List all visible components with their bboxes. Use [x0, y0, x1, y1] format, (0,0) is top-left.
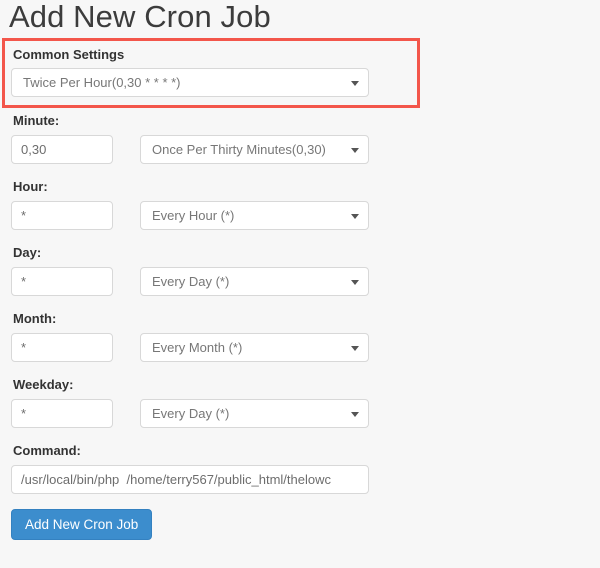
common-settings-select[interactable]: Twice Per Hour(0,30 * * * *) — [11, 68, 369, 97]
hour-select[interactable]: Every Hour (*) — [140, 201, 369, 230]
weekday-select-value: Every Day (*) — [152, 406, 230, 421]
day-select[interactable]: Every Day (*) — [140, 267, 369, 296]
weekday-input[interactable] — [11, 399, 113, 428]
day-input[interactable] — [11, 267, 113, 296]
hour-input[interactable] — [11, 201, 113, 230]
command-input[interactable] — [11, 465, 369, 494]
day-label: Day: — [13, 245, 42, 260]
chevron-down-icon — [351, 80, 359, 86]
page-title: Add New Cron Job — [9, 0, 271, 34]
month-select-value: Every Month (*) — [152, 340, 243, 355]
chevron-down-icon — [351, 213, 359, 219]
chevron-down-icon — [351, 147, 359, 153]
hour-select-value: Every Hour (*) — [152, 208, 235, 223]
common-settings-label: Common Settings — [13, 47, 125, 62]
command-label: Command: — [13, 443, 81, 458]
chevron-down-icon — [351, 279, 359, 285]
day-select-value: Every Day (*) — [152, 274, 230, 289]
add-cron-job-page: Add New Cron Job Common Settings Twice P… — [0, 0, 600, 568]
minute-label: Minute: — [13, 113, 60, 128]
weekday-label: Weekday: — [13, 377, 74, 392]
hour-label: Hour: — [13, 179, 48, 194]
weekday-select[interactable]: Every Day (*) — [140, 399, 369, 428]
month-input[interactable] — [11, 333, 113, 362]
add-new-cron-job-button[interactable]: Add New Cron Job — [11, 509, 153, 540]
minute-input[interactable] — [11, 135, 113, 164]
month-label: Month: — [13, 311, 57, 326]
common-settings-select-value: Twice Per Hour(0,30 * * * *) — [23, 75, 181, 90]
chevron-down-icon — [351, 411, 359, 417]
minute-select[interactable]: Once Per Thirty Minutes(0,30) — [140, 135, 369, 164]
chevron-down-icon — [351, 345, 359, 351]
minute-select-value: Once Per Thirty Minutes(0,30) — [152, 142, 326, 157]
month-select[interactable]: Every Month (*) — [140, 333, 369, 362]
